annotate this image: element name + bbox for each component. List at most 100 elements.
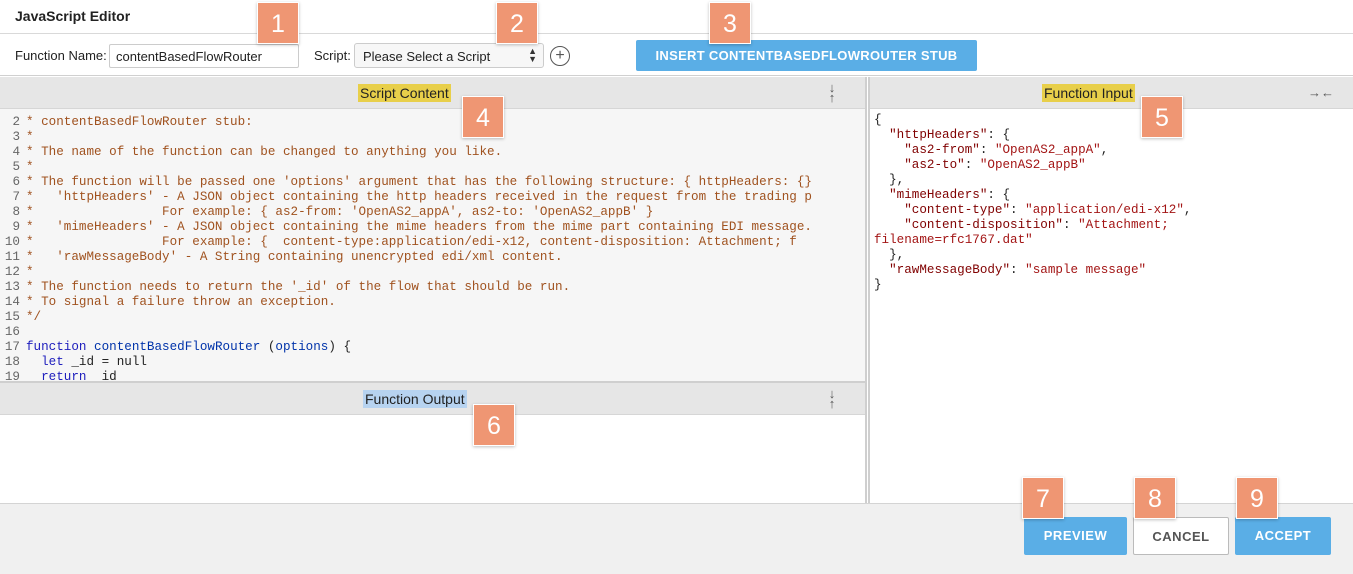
cancel-button[interactable]: CANCEL (1133, 517, 1229, 555)
json-line: } (874, 278, 1349, 293)
line-number: 3 (12, 130, 20, 144)
line-number: 4 (12, 145, 20, 159)
json-value: "application/edi-x12" (1025, 203, 1184, 217)
select-arrows-icon: ▲ ▼ (528, 46, 537, 64)
function-output-title: Function Output (363, 390, 467, 408)
callout-badge: 4 (462, 96, 504, 138)
code-line: 11 * 'rawMessageBody' - A String containi… (0, 250, 865, 265)
json-punct: , (1183, 203, 1192, 217)
line-number: 2 (12, 115, 20, 129)
json-punct: : { (987, 128, 1011, 142)
code-line: 10 * For example: { content-type:applicat… (0, 235, 865, 250)
script-content-panel: Script Content ↓ ↑ 2 * contentBasedFlowRou… (0, 77, 867, 381)
preview-button[interactable]: PREVIEW (1024, 517, 1127, 555)
json-line: "content-type": "application/edi-x12", (874, 203, 1349, 218)
json-line: { (874, 113, 1349, 128)
code-comment: * contentBasedFlowRouter stub: (26, 115, 253, 129)
json-punct: : (1010, 263, 1026, 277)
line-number: 5 (12, 160, 20, 174)
code-text: _id (86, 370, 117, 381)
line-number: 8 (12, 205, 20, 219)
script-select[interactable]: Please Select a Script ▲ ▼ (354, 43, 544, 68)
json-key: "as2-to" (904, 158, 965, 172)
line-number: 19 (4, 370, 20, 381)
json-key: "content-disposition" (904, 218, 1063, 232)
code-line: 9 * 'mimeHeaders' - A JSON object contain… (0, 220, 865, 235)
script-content-title: Script Content (358, 84, 451, 102)
toolbar: Function Name: Script: Please Select a S… (0, 34, 1353, 76)
code-line: 15 */ (0, 310, 865, 325)
code-line: 3 * (0, 130, 865, 145)
callout-badge: 2 (496, 2, 538, 44)
script-content-header: Script Content ↓ ↑ (0, 77, 865, 109)
json-punct: : { (987, 188, 1011, 202)
code-line: 7 * 'httpHeaders' - A JSON object contain… (0, 190, 865, 205)
code-line: 2 * contentBasedFlowRouter stub: (0, 115, 865, 130)
code-comment: * (26, 160, 34, 174)
code-line: 19 return _id (0, 370, 865, 381)
json-key: "httpHeaders" (889, 128, 988, 142)
json-line: "httpHeaders": { (874, 128, 1349, 143)
code-editor[interactable]: 2 * contentBasedFlowRouter stub: 3 * 4 * The … (0, 109, 865, 381)
callout-badge: 6 (473, 404, 515, 446)
json-punct: }, (874, 173, 905, 187)
code-comment: * 'rawMessageBody' - A String containing… (26, 250, 563, 264)
callout-badge: 3 (709, 2, 751, 44)
line-number: 7 (12, 190, 20, 204)
collapse-vertical-icon[interactable]: ↓ ↑ (826, 387, 838, 410)
json-value: "OpenAS2_appB" (979, 158, 1086, 172)
code-text: ( (260, 340, 276, 354)
code-comment: * (26, 130, 34, 144)
code-keyword: let (26, 355, 64, 369)
line-number: 10 (4, 235, 20, 249)
function-input-editor[interactable]: { "httpHeaders": { "as2-from": "OpenAS2_… (874, 113, 1349, 293)
function-name-input[interactable] (109, 44, 299, 68)
line-number: 11 (4, 250, 20, 264)
function-input-title: Function Input (1042, 84, 1135, 102)
json-punct: { (874, 113, 882, 127)
callout-badge: 1 (257, 2, 299, 44)
callout-badge: 9 (1236, 477, 1278, 519)
code-line: 18 let _id = null (0, 355, 865, 370)
line-number: 6 (12, 175, 20, 189)
json-value: "OpenAS2_appA" (994, 143, 1101, 157)
function-output-panel: Function Output ↓ ↑ (0, 381, 867, 503)
json-key: "as2-from" (904, 143, 980, 157)
line-number: 17 (4, 340, 20, 354)
code-line: 13 * The function needs to return the '_i… (0, 280, 865, 295)
code-line: 14 * To signal a failure throw an excepti… (0, 295, 865, 310)
collapse-horizontal-icon[interactable]: →← (1308, 85, 1334, 100)
code-line: 5 * (0, 160, 865, 175)
json-line: filename=rfc1767.dat" (874, 233, 1349, 248)
json-key: "mimeHeaders" (889, 188, 988, 202)
json-value: "sample message" (1025, 263, 1147, 277)
code-text: _id = null (63, 355, 147, 369)
line-number: 16 (4, 325, 20, 339)
script-select-value: Please Select a Script (363, 49, 491, 64)
code-comment: * 'httpHeaders' - A JSON object containi… (26, 190, 812, 204)
accept-button[interactable]: ACCEPT (1235, 517, 1331, 555)
add-script-icon[interactable]: + (550, 46, 570, 66)
window-title: JavaScript Editor (15, 8, 131, 24)
json-punct: }, (874, 248, 905, 262)
json-line: "as2-to": "OpenAS2_appB" (874, 158, 1349, 173)
code-text: ) { (328, 340, 352, 354)
collapse-vertical-icon[interactable]: ↓ ↑ (826, 81, 838, 104)
line-number: 15 (4, 310, 20, 324)
callout-badge: 5 (1141, 96, 1183, 138)
code-comment: * 'mimeHeaders' - A JSON object containi… (26, 220, 812, 234)
json-punct: : (964, 158, 980, 172)
code-line: 4 * The name of the function can be chang… (0, 145, 865, 160)
json-line: "as2-from": "OpenAS2_appA", (874, 143, 1349, 158)
json-punct: : (1062, 218, 1079, 232)
code-comment: * The function will be passed one 'optio… (26, 175, 812, 189)
code-line: 12 * (0, 265, 865, 280)
json-punct: : (1010, 203, 1026, 217)
insert-stub-button[interactable]: INSERT CONTENTBASEDFLOWROUTER STUB (636, 40, 977, 71)
